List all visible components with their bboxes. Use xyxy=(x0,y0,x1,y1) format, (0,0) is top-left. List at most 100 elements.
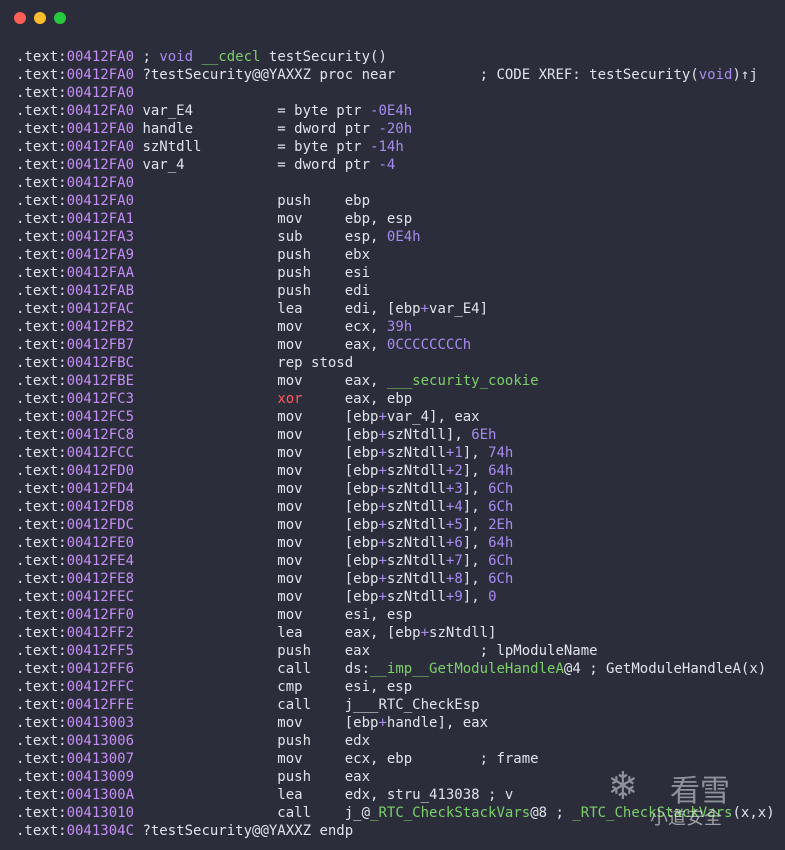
address: 00412FD0 xyxy=(66,463,135,479)
code-line: .text:00412FAA push esi xyxy=(16,264,370,282)
code-line: .text:00412FCC mov [ebp+szNtdll+1], 74h xyxy=(16,444,513,462)
instruction-text: mov [ebp+szNtdll+8], 6Ch xyxy=(134,571,514,587)
instruction-text: push eax ; lpModuleName xyxy=(134,643,598,659)
watermark-badge: 小道安全 xyxy=(650,808,722,829)
code-line: .text:00412FE0 mov [ebp+szNtdll+6], 64h xyxy=(16,534,513,552)
address: 00412FF5 xyxy=(66,643,135,659)
code-line: .text:00413009 push eax xyxy=(16,768,370,786)
segment-prefix: .text: xyxy=(16,679,67,695)
segment-prefix: .text: xyxy=(16,787,67,803)
instruction-text: call ds:__imp__GetModuleHandleA@4 ; GetM… xyxy=(134,661,767,677)
code-line: .text:00412FA3 sub esp, 0E4h xyxy=(16,228,421,246)
address: 00412FF0 xyxy=(66,607,135,623)
address: 00412FFE xyxy=(66,697,135,713)
address: 00412FA3 xyxy=(66,229,135,245)
segment-prefix: .text: xyxy=(16,715,67,731)
address: 00413009 xyxy=(66,769,135,785)
code-line: .text:00412FA1 mov ebp, esp xyxy=(16,210,412,228)
segment-prefix: .text: xyxy=(16,265,67,281)
address: 00412FA9 xyxy=(66,247,135,263)
address: 00412FA0 xyxy=(66,139,135,155)
instruction-text: mov eax, 0CCCCCCCCh xyxy=(134,337,472,353)
code-line: .text:00412FFC cmp esi, esp xyxy=(16,678,412,696)
instruction-text: mov [ebp+szNtdll+6], 64h xyxy=(134,535,514,551)
instruction-text: lea edx, stru_413038 ; v xyxy=(134,787,514,803)
code-line: .text:00412FA0 push ebp xyxy=(16,192,370,210)
segment-prefix: .text: xyxy=(16,67,67,83)
code-line: .text:00412FE4 mov [ebp+szNtdll+7], 6Ch xyxy=(16,552,513,570)
segment-prefix: .text: xyxy=(16,499,67,515)
minimize-window-button[interactable] xyxy=(34,12,46,24)
segment-prefix: .text: xyxy=(16,445,67,461)
instruction-text: szNtdll = byte ptr -14h xyxy=(134,139,404,155)
code-line: .text:00413003 mov [ebp+handle], eax xyxy=(16,714,488,732)
zoom-window-button[interactable] xyxy=(54,12,66,24)
address: 00412FF2 xyxy=(66,625,135,641)
code-line: .text:0041304C ?testSecurity@@YAXXZ endp xyxy=(16,822,353,840)
instruction-text: mov ecx, 39h xyxy=(134,319,413,335)
instruction-text: mov [ebp+handle], eax xyxy=(134,715,489,731)
segment-prefix: .text: xyxy=(16,643,67,659)
address: 00412FD4 xyxy=(66,481,135,497)
code-line: .text:00412FFE call j___RTC_CheckEsp xyxy=(16,696,480,714)
instruction-text: mov esi, esp xyxy=(134,607,413,623)
instruction-text: xor eax, ebp xyxy=(277,391,413,407)
address: 00412FA0 xyxy=(66,193,135,209)
address: 00412FBE xyxy=(66,373,135,389)
code-line: .text:00412FA0 ?testSecurity@@YAXXZ proc… xyxy=(16,66,758,84)
segment-prefix: .text: xyxy=(16,751,67,767)
segment-prefix: .text: xyxy=(16,319,67,335)
address: 00412FA0 xyxy=(66,85,135,101)
address: 00412FA0 xyxy=(66,175,135,191)
code-line: .text:00412FA0 var_E4 = byte ptr -0E4h xyxy=(16,102,412,120)
instruction-text: mov [ebp+szNtdll+4], 6Ch xyxy=(134,499,514,515)
address: 00412FFC xyxy=(66,679,135,695)
code-line: .text:00412FC3 xor eax, ebp xyxy=(16,390,412,408)
address: 00412FA0 xyxy=(66,157,135,173)
instruction-text: mov [ebp+szNtdll+9], 0 xyxy=(134,589,497,605)
segment-prefix: .text: xyxy=(16,121,67,137)
address: 00412FAA xyxy=(66,265,135,281)
code-line: .text:0041300A lea edx, stru_413038 ; v xyxy=(16,786,513,804)
instruction-text: mov [ebp+szNtdll], 6Eh xyxy=(134,427,497,443)
segment-prefix: .text: xyxy=(16,625,67,641)
segment-prefix: .text: xyxy=(16,589,67,605)
segment-prefix: .text: xyxy=(16,337,67,353)
instruction-text: lea eax, [ebp+szNtdll] xyxy=(134,625,497,641)
instruction-text: lea edi, [ebp+var_E4] xyxy=(134,301,489,317)
code-line: .text:00412FDC mov [ebp+szNtdll+5], 2Eh xyxy=(16,516,513,534)
address: 00412FA0 xyxy=(66,49,135,65)
address: 00413010 xyxy=(66,805,135,821)
instruction-text: var_E4 = byte ptr -0E4h xyxy=(134,103,413,119)
segment-prefix: .text: xyxy=(16,571,67,587)
segment-prefix: .text: xyxy=(16,463,67,479)
address: 00413007 xyxy=(66,751,135,767)
instruction-text: handle = dword ptr -20h xyxy=(134,121,413,137)
code-line: .text:00412FA0 xyxy=(16,174,134,192)
segment-prefix: .text: xyxy=(16,49,67,65)
segment-prefix: .text: xyxy=(16,769,67,785)
segment-prefix: .text: xyxy=(16,193,67,209)
instruction-text: mov [ebp+szNtdll+3], 6Ch xyxy=(134,481,514,497)
segment-prefix: .text: xyxy=(16,427,67,443)
code-line: .text:00412FC5 mov [ebp+var_4], eax xyxy=(16,408,480,426)
segment-prefix: .text: xyxy=(16,409,67,425)
instruction-text: cmp esi, esp xyxy=(134,679,413,695)
code-line: .text:00412FE8 mov [ebp+szNtdll+8], 6Ch xyxy=(16,570,513,588)
code-line: .text:00412FB2 mov ecx, 39h xyxy=(16,318,412,336)
address: 0041304C xyxy=(66,823,135,839)
code-line: .text:00412FA0 ; void __cdecl testSecuri… xyxy=(16,48,387,66)
address: 00412FBC xyxy=(66,355,135,371)
window-titlebar xyxy=(0,0,785,38)
instruction-text: push edx xyxy=(134,733,371,749)
address: 00412FEC xyxy=(66,589,135,605)
instruction-text: ?testSecurity@@YAXXZ endp xyxy=(134,823,354,839)
segment-prefix: .text: xyxy=(16,805,67,821)
code-line: .text:00412FB7 mov eax, 0CCCCCCCCh xyxy=(16,336,471,354)
instruction-text: var_4 = dword ptr -4 xyxy=(134,157,396,173)
segment-prefix: .text: xyxy=(16,373,67,389)
close-window-button[interactable] xyxy=(14,12,26,24)
segment-prefix: .text: xyxy=(16,247,67,263)
code-line: .text:00412FF6 call ds:__imp__GetModuleH… xyxy=(16,660,766,678)
instruction-text: push ebx xyxy=(134,247,371,263)
